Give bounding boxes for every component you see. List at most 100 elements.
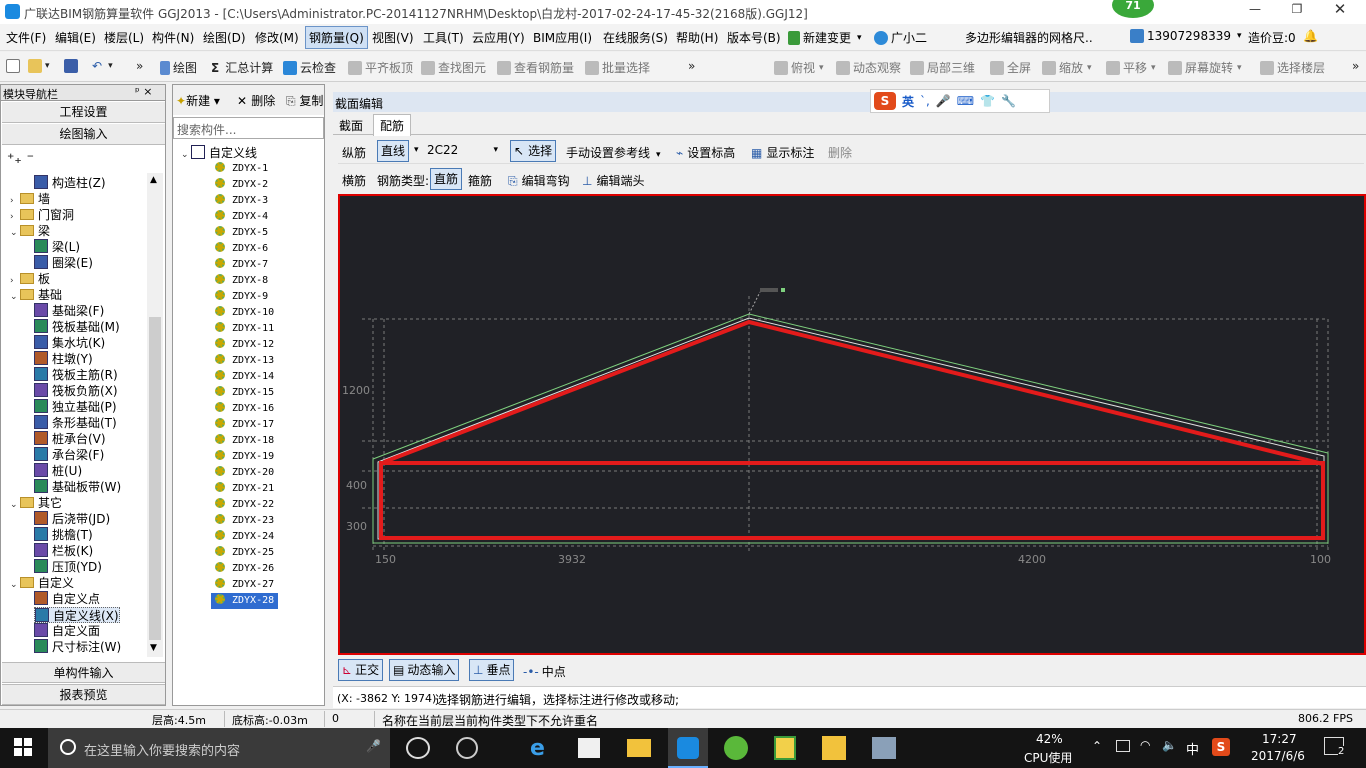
menu-tools[interactable]: 工具(T) bbox=[423, 29, 464, 46]
control-panel-icon[interactable] bbox=[872, 737, 896, 759]
explorer-icon[interactable] bbox=[627, 739, 651, 757]
section-drawing[interactable]: 1200 400 300 150 3932 4200 100 bbox=[340, 196, 1364, 653]
flat-top-button[interactable]: 平齐板顶 bbox=[348, 59, 413, 76]
dim-left-bot[interactable]: 300 bbox=[346, 520, 367, 533]
nav-tree-item[interactable]: 筏板主筋(R) bbox=[34, 367, 118, 383]
component-item[interactable]: ZDYX-18 bbox=[215, 433, 274, 449]
nav-tree-item[interactable]: 承台梁(F) bbox=[34, 447, 104, 463]
component-item[interactable]: ZDYX-17 bbox=[215, 417, 274, 433]
mic-icon[interactable]: 🎤 bbox=[366, 739, 381, 753]
minimize-button[interactable]: — bbox=[1240, 2, 1270, 16]
new-file-icon[interactable] bbox=[6, 59, 23, 73]
nav-tree-item[interactable]: ⌄ 梁 bbox=[10, 223, 50, 239]
component-item[interactable]: ZDYX-10 bbox=[215, 305, 274, 321]
tab-rebar[interactable]: 配筋 bbox=[373, 114, 412, 136]
menu-version[interactable]: 版本号(B) bbox=[727, 29, 781, 46]
nav-tree-item[interactable]: › 板 bbox=[10, 271, 50, 287]
notepad-app-icon[interactable] bbox=[774, 736, 796, 760]
zoom-button[interactable]: 缩放 ▾ bbox=[1042, 59, 1092, 76]
expand-icon[interactable]: ⌄ bbox=[10, 225, 20, 241]
show-dimension-button[interactable]: ▦ 显示标注 bbox=[751, 144, 814, 161]
sogou-tray-icon[interactable]: S bbox=[1212, 738, 1230, 756]
menu-component[interactable]: 构件(N) bbox=[152, 29, 194, 46]
windows-start-icon[interactable] bbox=[14, 738, 32, 756]
drawing-canvas[interactable]: 1200 400 300 150 3932 4200 100 bbox=[338, 194, 1366, 655]
nav-tree-item[interactable]: 基础板带(W) bbox=[34, 479, 121, 495]
local-3d-button[interactable]: 局部三维 bbox=[910, 59, 975, 76]
nav-tree-item[interactable]: 圈梁(E) bbox=[34, 255, 93, 271]
draw-input-button[interactable]: 绘图输入 bbox=[2, 124, 165, 145]
component-item[interactable]: ZDYX-24 bbox=[215, 529, 274, 545]
line-mode-button[interactable]: 直线 bbox=[377, 140, 410, 162]
assistant-button[interactable]: 广小二 bbox=[874, 29, 927, 46]
nav-tree-item[interactable]: 自定义点 bbox=[34, 591, 100, 607]
nav-tree-item[interactable]: 尺寸标注(W) bbox=[34, 639, 121, 655]
keyboard-icon[interactable]: ⌨ bbox=[957, 94, 974, 108]
ime-toolbar[interactable]: S 英 ˋ, 🎤 ⌨ 👕 🔧 bbox=[870, 89, 1050, 113]
user-account[interactable]: 13907298339 ▾ bbox=[1130, 29, 1242, 43]
component-item[interactable]: ZDYX-7 bbox=[215, 257, 268, 273]
nav-tree-item[interactable]: 桩承台(V) bbox=[34, 431, 106, 447]
component-search-input[interactable]: 搜索构件... bbox=[173, 117, 324, 139]
nav-tree-item[interactable]: › 门窗洞 bbox=[10, 207, 74, 223]
nav-tree-item[interactable]: 条形基础(T) bbox=[34, 415, 117, 431]
component-item[interactable]: ZDYX-1 bbox=[215, 161, 268, 177]
notification-badge[interactable]: 71 bbox=[1112, 0, 1154, 18]
overflow-icon[interactable]: » bbox=[136, 59, 143, 73]
menu-view[interactable]: 视图(V) bbox=[372, 29, 414, 46]
component-item[interactable]: ZDYX-6 bbox=[215, 241, 268, 257]
nav-tree-item[interactable]: 筏板基础(M) bbox=[34, 319, 120, 335]
wrench-icon[interactable]: 🔧 bbox=[1001, 94, 1016, 108]
menu-rebar[interactable]: 钢筋量(Q) bbox=[305, 26, 368, 49]
draw-button[interactable]: 绘图 bbox=[160, 59, 197, 76]
shirt-icon[interactable]: 👕 bbox=[980, 94, 995, 108]
mic-icon[interactable]: 🎤 bbox=[936, 94, 951, 108]
glodon-app-icon[interactable] bbox=[668, 728, 708, 768]
nav-tree-item[interactable]: 构造柱(Z) bbox=[34, 175, 106, 191]
single-input-button[interactable]: 单构件输入 bbox=[2, 662, 165, 683]
undo-icon[interactable]: ↶ ▾ bbox=[92, 59, 113, 73]
menu-modify[interactable]: 修改(M) bbox=[255, 29, 299, 46]
menu-online[interactable]: 在线服务(S) bbox=[603, 29, 668, 46]
overflow-icon-2[interactable]: » bbox=[688, 59, 695, 73]
fullscreen-button[interactable]: 全屏 bbox=[990, 59, 1031, 76]
menu-edit[interactable]: 编辑(E) bbox=[55, 29, 96, 46]
nav-tree-item[interactable]: 后浇带(JD) bbox=[34, 511, 110, 527]
nav-tree-item[interactable]: 梁(L) bbox=[34, 239, 80, 255]
restore-button[interactable]: ❐ bbox=[1282, 2, 1312, 16]
taskbar-search[interactable]: 在这里输入你要搜索的内容 🎤 bbox=[48, 728, 390, 768]
expand-icon[interactable]: ⌄ bbox=[10, 497, 20, 513]
expand-icon[interactable]: ⌄ bbox=[10, 577, 20, 593]
rebar-rectangle[interactable] bbox=[379, 461, 1325, 540]
select-button[interactable]: ↖ 选择 bbox=[510, 140, 557, 162]
edge-icon[interactable]: e bbox=[530, 736, 545, 761]
nav-tree-item[interactable]: 独立基础(P) bbox=[34, 399, 117, 415]
pin-close-icon[interactable]: ᵖ × bbox=[135, 85, 152, 98]
report-preview-button[interactable]: 报表预览 bbox=[2, 684, 165, 705]
find-element-button[interactable]: 查找图元 bbox=[421, 59, 486, 76]
expand-collapse-icons[interactable]: ⁺₊ ⁻ bbox=[7, 151, 34, 167]
tree-scrollbar[interactable]: ▲ ▼ bbox=[147, 173, 163, 657]
menu-help[interactable]: 帮助(H) bbox=[676, 29, 718, 46]
expand-icon[interactable]: ⌄ bbox=[10, 289, 20, 305]
sum-button[interactable]: Σ 汇总计算 bbox=[211, 59, 273, 76]
clock-time[interactable]: 17:27 bbox=[1262, 732, 1297, 746]
top-view-button[interactable]: 俯视 ▾ bbox=[774, 59, 824, 76]
component-item[interactable]: ZDYX-4 bbox=[215, 209, 268, 225]
component-item[interactable]: ZDYX-23 bbox=[215, 513, 274, 529]
punct-icon[interactable]: ˋ, bbox=[920, 94, 930, 108]
menu-cloud[interactable]: 云应用(Y) bbox=[472, 29, 525, 46]
component-item[interactable]: ZDYX-21 bbox=[215, 481, 274, 497]
nav-tree-item[interactable]: 柱墩(Y) bbox=[34, 351, 93, 367]
menu-floor[interactable]: 楼层(L) bbox=[104, 29, 144, 46]
rebar-spec-select[interactable]: 2C22 ▾ bbox=[424, 140, 500, 162]
nav-tree-item[interactable]: 挑檐(T) bbox=[34, 527, 93, 543]
dim-left-top[interactable]: 1200 bbox=[342, 384, 370, 397]
component-item[interactable]: ZDYX-5 bbox=[215, 225, 268, 241]
dynamic-view-button[interactable]: 动态观察 bbox=[836, 59, 901, 76]
network-icon[interactable] bbox=[1116, 740, 1130, 752]
view-rebar-button[interactable]: 查看钢筋量 bbox=[497, 59, 574, 76]
component-item[interactable]: ZDYX-9 bbox=[215, 289, 268, 305]
component-item[interactable]: ZDYX-3 bbox=[215, 193, 268, 209]
edit-hook-button[interactable]: ⎘ 编辑弯钩 bbox=[508, 172, 570, 189]
